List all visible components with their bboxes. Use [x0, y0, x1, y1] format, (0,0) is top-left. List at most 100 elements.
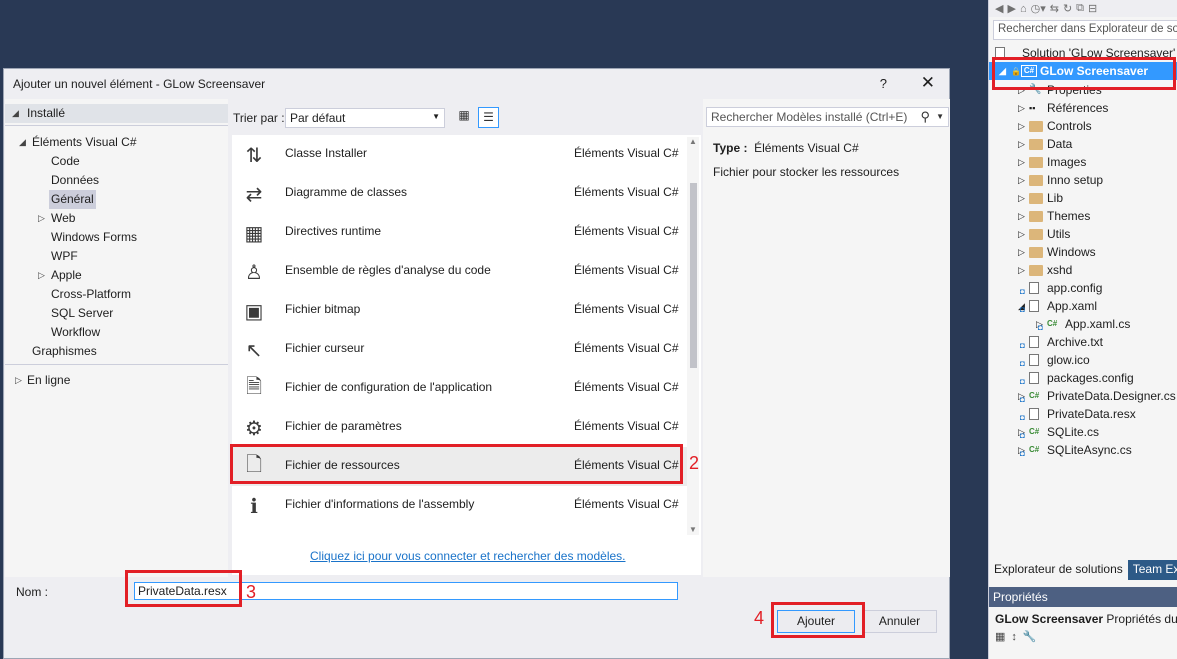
- expand-arrow-icon[interactable]: ▷: [1018, 99, 1025, 117]
- lock-icon: ◘: [1020, 449, 1025, 458]
- solution-explorer-search-input[interactable]: Rechercher dans Explorateur de solutions: [993, 20, 1177, 40]
- solution-tree-item[interactable]: ▷ xshd: [989, 261, 1177, 279]
- config-file-icon: [1029, 372, 1039, 384]
- expand-arrow-icon[interactable]: ▷: [1018, 243, 1025, 261]
- template-item[interactable]: ℹ Fichier d'informations de l'assembly Élé…: [232, 486, 687, 525]
- solution-tree-item[interactable]: ◘ Archive.txt: [989, 333, 1177, 351]
- solution-tree-item-label: Archive.txt: [1047, 335, 1104, 349]
- solution-tree-item-label: app.config: [1047, 281, 1103, 295]
- expand-arrow-icon[interactable]: ▷: [1018, 135, 1025, 153]
- template-item[interactable]: 🗎 Fichier de configuration de l'applicati…: [232, 369, 687, 408]
- tree-label-category: Web: [51, 211, 76, 225]
- expand-arrow-icon[interactable]: ▷: [38, 209, 45, 228]
- alphabetical-icon[interactable]: ↕: [1011, 631, 1023, 643]
- solution-tree-item[interactable]: ◘ glow.ico: [989, 351, 1177, 369]
- expand-arrow-icon[interactable]: ▷: [1018, 189, 1025, 207]
- scroll-down-icon[interactable]: ▼: [689, 525, 697, 534]
- expand-arrow-icon[interactable]: ▷: [38, 266, 45, 285]
- expand-arrow-icon[interactable]: ▷: [1018, 261, 1025, 279]
- template-list-scrollbar[interactable]: ▲ ▼: [687, 137, 699, 535]
- sort-dropdown[interactable]: Par défaut ▼: [285, 108, 445, 128]
- solution-tree-item-label: Inno setup: [1047, 173, 1104, 187]
- solution-tree-item-label: Images: [1047, 155, 1087, 169]
- solution-explorer-toolbar: ◀ ▶ ⌂ ◷▾ ⇆ ↻ ⧉ ⊟: [989, 0, 1177, 17]
- back-icon[interactable]: ◀: [995, 2, 1003, 15]
- solution-tree-item-label: Windows: [1047, 245, 1096, 259]
- folder-icon: [1029, 121, 1043, 132]
- solution-tree-item[interactable]: ▷ C# ◘ SQLiteAsync.cs: [989, 441, 1177, 459]
- search-icon[interactable]: ⚲: [920, 109, 930, 125]
- property-pages-icon[interactable]: 🔧: [1023, 631, 1043, 643]
- help-button[interactable]: ?: [880, 76, 887, 91]
- grid-view-icon[interactable]: ▦: [455, 108, 473, 126]
- solution-tree-item[interactable]: ◘ PrivateData.resx: [989, 405, 1177, 423]
- scroll-thumb[interactable]: [690, 183, 697, 368]
- solution-tree-item[interactable]: ▷ Inno setup: [989, 171, 1177, 189]
- solution-tree-item-label: SQLite.cs: [1047, 425, 1100, 439]
- search-placeholder: Rechercher Modèles installé (Ctrl+E): [711, 110, 908, 124]
- solution-tree-item-label: xshd: [1047, 263, 1073, 277]
- template-category: Éléments Visual C#: [574, 185, 679, 199]
- template-item[interactable]: ▦ Directives runtime Éléments Visual C#: [232, 213, 687, 252]
- scroll-up-icon[interactable]: ▲: [689, 137, 697, 146]
- forward-icon[interactable]: ▶: [1007, 2, 1015, 15]
- ruleset-icon: ♙: [245, 261, 263, 284]
- detail-type-label: Type :: [713, 141, 748, 155]
- solution-tree-item[interactable]: ▷ Images: [989, 153, 1177, 171]
- tree-node-installed[interactable]: ◢ Installé: [5, 104, 228, 123]
- home-icon[interactable]: ⌂: [1020, 3, 1027, 15]
- cancel-button[interactable]: Annuler: [862, 610, 937, 633]
- folder-icon: [1029, 247, 1043, 258]
- class-diagram-icon: ⇄: [245, 183, 263, 206]
- solution-tree-item[interactable]: ▷ Utils: [989, 225, 1177, 243]
- references-icon: ▪▪: [1029, 103, 1036, 113]
- solution-tree-item[interactable]: ▷ Controls: [989, 117, 1177, 135]
- template-search-input[interactable]: Rechercher Modèles installé (Ctrl+E) ⚲ ▼: [706, 107, 949, 127]
- solution-tree-item[interactable]: ▷ Windows: [989, 243, 1177, 261]
- template-item[interactable]: ⇄ Diagramme de classes Éléments Visual C#: [232, 174, 687, 213]
- solution-tree-item[interactable]: ▷ C# ◘ PrivateData.Designer.cs: [989, 387, 1177, 405]
- collapse-icon[interactable]: ⊟: [1088, 2, 1097, 15]
- tab-solution-explorer[interactable]: Explorateur de solutions: [989, 560, 1128, 580]
- expand-arrow-icon[interactable]: ▷: [1018, 117, 1025, 135]
- solution-tree-item[interactable]: ◢ ◘ App.xaml: [989, 297, 1177, 315]
- solution-tree-item[interactable]: ◘ packages.config: [989, 369, 1177, 387]
- expand-arrow-icon[interactable]: ◢: [12, 104, 19, 123]
- online-search-link[interactable]: Cliquez ici pour vous connecter et reche…: [310, 549, 626, 563]
- template-item[interactable]: ⚙ Fichier de paramètres Éléments Visual C#: [232, 408, 687, 447]
- tree-node-graphics[interactable]: Graphismes: [32, 342, 97, 361]
- solution-tree-item[interactable]: ▷ Themes: [989, 207, 1177, 225]
- solution-tree-item[interactable]: ▷ ▪▪ Références: [989, 99, 1177, 117]
- text-file-icon: [1029, 336, 1039, 348]
- chevron-down-icon[interactable]: ▼: [936, 112, 944, 121]
- expand-arrow-icon[interactable]: ▷: [1018, 171, 1025, 189]
- solution-tree-item[interactable]: ▷ Data: [989, 135, 1177, 153]
- copy-icon[interactable]: ⧉: [1076, 2, 1084, 15]
- template-item[interactable]: ⇅ Classe Installer Éléments Visual C#: [232, 135, 687, 174]
- close-button[interactable]: ✕: [921, 73, 935, 93]
- properties-object-name: GLow Screensaver: [995, 612, 1104, 626]
- template-item[interactable]: ↖ Fichier curseur Éléments Visual C#: [232, 330, 687, 369]
- solution-tree-item-label: Controls: [1047, 119, 1092, 133]
- categorized-icon[interactable]: ▦: [995, 631, 1011, 643]
- list-view-icon[interactable]: ☰: [478, 107, 499, 128]
- template-item[interactable]: ♙ Ensemble de règles d'analyse du code Élé…: [232, 252, 687, 291]
- template-item[interactable]: ▣ Fichier bitmap Éléments Visual C#: [232, 291, 687, 330]
- template-category: Éléments Visual C#: [574, 146, 679, 160]
- solution-tree-item[interactable]: ▷ Lib: [989, 189, 1177, 207]
- solution-tree-item-label: App.xaml: [1047, 299, 1098, 313]
- expand-arrow-icon[interactable]: ▷: [15, 371, 22, 390]
- expand-arrow-icon[interactable]: ◢: [19, 133, 26, 152]
- solution-tree-item[interactable]: ▷ C# ◘ App.xaml.cs: [989, 315, 1177, 333]
- solution-tree-item[interactable]: ◘ app.config: [989, 279, 1177, 297]
- history-icon[interactable]: ◷▾: [1031, 2, 1046, 15]
- expand-arrow-icon[interactable]: ▷: [1018, 153, 1025, 171]
- tab-team-explorer[interactable]: Team Explorer: [1127, 560, 1177, 580]
- expand-arrow-icon[interactable]: ▷: [1018, 207, 1025, 225]
- refresh-icon[interactable]: ↻: [1063, 2, 1072, 15]
- template-name: Fichier d'informations de l'assembly: [285, 497, 475, 511]
- sync-icon[interactable]: ⇆: [1050, 2, 1059, 15]
- solution-tree-item[interactable]: ▷ C# ◘ SQLite.cs: [989, 423, 1177, 441]
- template-name: Fichier bitmap: [285, 302, 361, 316]
- expand-arrow-icon[interactable]: ▷: [1018, 225, 1025, 243]
